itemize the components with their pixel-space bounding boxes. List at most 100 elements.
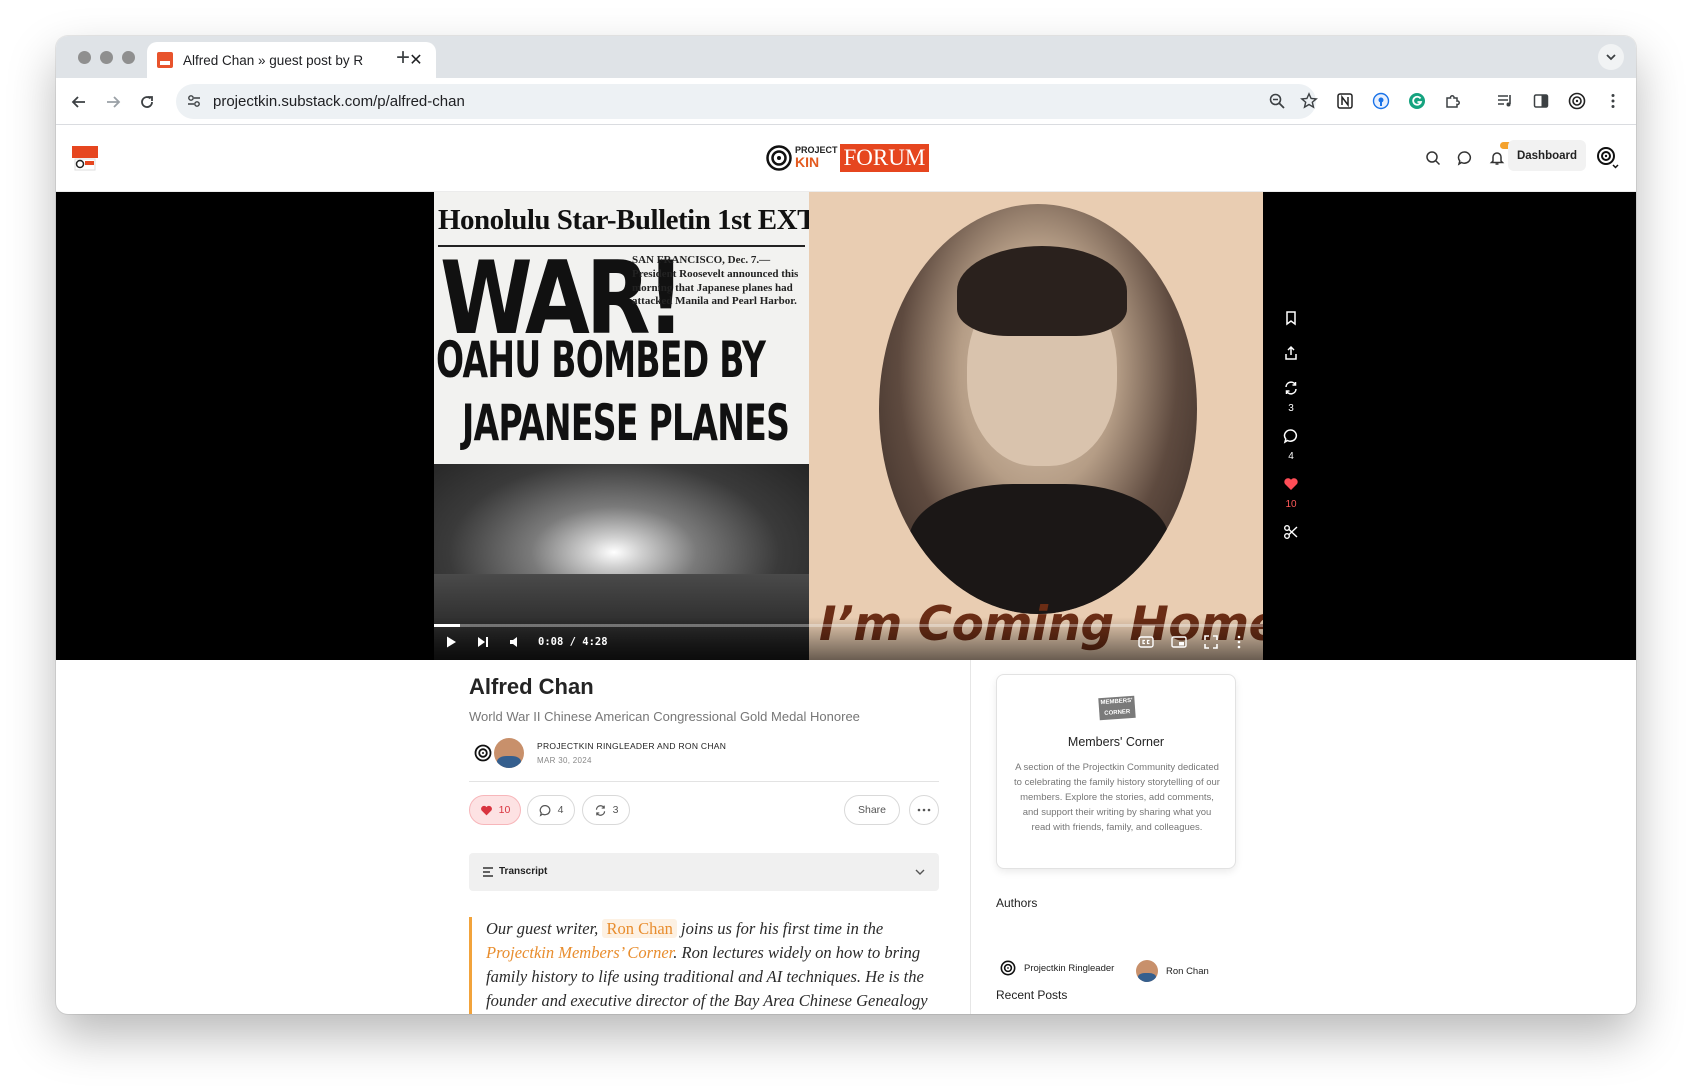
restack-count: 3 — [1288, 403, 1294, 414]
zoom-icon[interactable] — [1268, 92, 1286, 110]
site-settings-icon[interactable] — [186, 93, 202, 109]
members-corner-link[interactable]: Projectkin Members’ Corner — [486, 943, 673, 962]
maximize-window-button[interactable] — [122, 51, 135, 64]
ron-chan-mention-link[interactable]: Ron Chan — [602, 919, 677, 938]
reload-icon — [141, 96, 153, 108]
url-text: projectkin.substack.com/p/alfred-chan — [213, 93, 465, 110]
chat-button[interactable] — [1454, 147, 1476, 169]
ron-chan-avatar — [1136, 960, 1158, 982]
author-ron-chan[interactable]: Ron Chan — [1136, 960, 1209, 982]
side-panel-icon[interactable] — [1530, 90, 1552, 112]
save-post-button[interactable] — [1276, 310, 1306, 331]
video-player[interactable]: Honolulu Star-Bulletin 1st EXTRA WAR! SA… — [434, 192, 1263, 660]
comment-pill-button[interactable]: 4 — [527, 795, 575, 825]
miniplayer-button[interactable] — [1171, 633, 1187, 651]
like-count: 10 — [1285, 499, 1297, 510]
forward-button[interactable] — [101, 90, 125, 114]
grammarly-extension-icon[interactable] — [1406, 90, 1428, 112]
article: Alfred Chan World War II Chinese America… — [469, 674, 939, 1014]
newspaper-masthead: Honolulu Star-Bulletin 1st EXTRA — [438, 204, 809, 236]
bookmark-star-icon[interactable] — [1300, 92, 1318, 110]
logo-kin-text: KIN — [795, 154, 820, 170]
byline-authors[interactable]: PROJECTKIN RINGLEADER AND RON CHAN — [537, 741, 726, 751]
transcript-label: Transcript — [499, 866, 548, 877]
search-button[interactable] — [1422, 147, 1444, 169]
chat-bubble-icon — [1457, 151, 1472, 166]
new-tab-button[interactable]: + — [389, 43, 417, 73]
ron-chan-avatar[interactable] — [494, 738, 524, 768]
members-corner-title: Members' Corner — [1067, 735, 1165, 749]
browser-menu-icon[interactable] — [1602, 90, 1624, 112]
chevron-down-icon — [915, 869, 925, 875]
captions-button[interactable] — [1138, 633, 1154, 651]
fullscreen-button[interactable] — [1204, 633, 1218, 651]
restack-pill-button[interactable]: 3 — [582, 795, 630, 825]
clip-button[interactable] — [1276, 524, 1306, 545]
restack-icon — [1285, 381, 1297, 395]
comments-button[interactable]: 4 — [1276, 428, 1306, 462]
forum-favicon-icon — [157, 52, 173, 68]
publication-icon[interactable] — [71, 144, 99, 172]
share-post-button[interactable] — [1276, 345, 1306, 366]
profile-icon[interactable] — [1566, 90, 1588, 112]
video-more-button[interactable] — [1236, 633, 1242, 651]
projectkin-avatar-icon[interactable] — [474, 744, 492, 762]
password-extension-icon[interactable] — [1370, 90, 1392, 112]
like-pill-count: 10 — [498, 804, 511, 816]
portrait-frame: I’m Coming Home — [809, 192, 1263, 660]
fullscreen-icon — [1204, 635, 1218, 649]
mute-button[interactable] — [508, 633, 522, 651]
authors-heading: Authors — [996, 896, 1038, 910]
sidebar-divider — [970, 660, 971, 1014]
restack-button[interactable]: 3 — [1276, 380, 1306, 414]
members-corner-card[interactable]: MEMBERS' CORNER Members' Corner A sectio… — [996, 674, 1236, 869]
next-button[interactable] — [476, 633, 490, 651]
notifications-button[interactable] — [1486, 142, 1512, 169]
dashboard-button[interactable]: Dashboard — [1508, 140, 1586, 171]
media-controls-icon[interactable] — [1494, 90, 1516, 112]
like-button[interactable]: 10 — [1276, 476, 1306, 510]
more-options-button[interactable] — [909, 795, 939, 825]
miniplayer-icon — [1171, 636, 1187, 648]
post-side-actions: 3 4 10 — [1276, 310, 1306, 555]
arrow-left-icon — [71, 96, 85, 108]
members-corner-description: A section of the Projectkin Community de… — [1014, 762, 1220, 833]
minimize-window-button[interactable] — [100, 51, 113, 64]
comment-icon — [1283, 429, 1298, 444]
transcript-toggle[interactable]: Transcript — [469, 853, 939, 891]
play-button[interactable] — [444, 633, 458, 651]
reload-button[interactable] — [135, 90, 159, 114]
play-icon — [447, 636, 456, 648]
list-icon — [483, 867, 493, 877]
close-window-button[interactable] — [78, 51, 91, 64]
share-pill-button[interactable]: Share — [844, 795, 900, 825]
publication-logo[interactable]: PROJECT KIN FORUM — [766, 141, 930, 174]
share-icon — [1285, 345, 1297, 360]
quote-text-2: joins us for his first time in the — [676, 919, 884, 938]
video-time: 0:08 / 4:28 — [538, 633, 608, 651]
comment-count: 4 — [1288, 451, 1294, 462]
browser-window: Alfred Chan » guest post by R ✕ + projec… — [56, 36, 1636, 1014]
tab-title: Alfred Chan » guest post by R — [183, 52, 364, 68]
chevron-down-icon — [1606, 54, 1616, 61]
video-progress-fill — [434, 624, 460, 627]
extensions-puzzle-icon[interactable] — [1442, 90, 1464, 112]
quote-text-1: Our guest writer, — [486, 919, 603, 938]
account-menu-icon[interactable] — [1596, 146, 1620, 170]
captions-icon — [1138, 636, 1154, 648]
back-button[interactable] — [67, 90, 91, 114]
video-progress-bar[interactable] — [434, 624, 1263, 627]
author-projectkin-ringleader[interactable]: Projectkin Ringleader — [1000, 960, 1114, 976]
address-bar[interactable]: projectkin.substack.com/p/alfred-chan — [176, 84, 1318, 119]
byline-divider — [469, 781, 939, 782]
sailor-portrait — [879, 204, 1197, 614]
portrait-collar — [909, 484, 1169, 614]
newspaper-headline-2: JAPANESE PLANES — [462, 394, 790, 452]
heart-icon — [480, 805, 492, 815]
intro-blockquote: Our guest writer, Ron Chan joins us for … — [469, 917, 939, 1014]
notion-extension-icon[interactable] — [1334, 90, 1356, 112]
tab-strip: Alfred Chan » guest post by R ✕ + — [56, 36, 1636, 78]
like-pill-button[interactable]: 10 — [469, 795, 521, 825]
window-controls — [78, 51, 135, 64]
tab-search-button[interactable] — [1598, 44, 1624, 70]
